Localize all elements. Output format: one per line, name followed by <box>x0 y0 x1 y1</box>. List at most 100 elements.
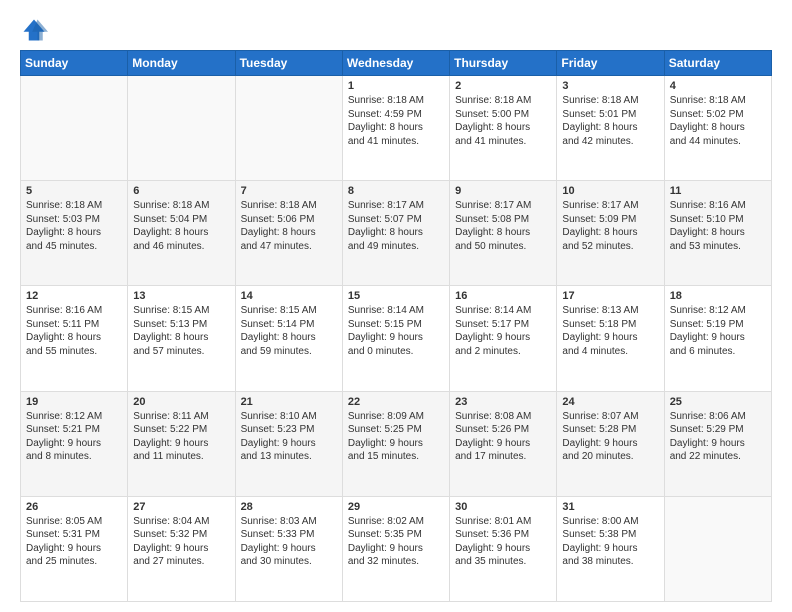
day-info: Sunrise: 8:00 AM Sunset: 5:38 PM Dayligh… <box>562 515 658 569</box>
day-number: 10 <box>562 185 658 197</box>
day-info: Sunrise: 8:16 AM Sunset: 5:10 PM Dayligh… <box>670 199 766 253</box>
day-info: Sunrise: 8:16 AM Sunset: 5:11 PM Dayligh… <box>26 304 122 358</box>
day-info: Sunrise: 8:18 AM Sunset: 5:03 PM Dayligh… <box>26 199 122 253</box>
day-cell: 4 Sunrise: 8:18 AM Sunset: 5:02 PM Daylig… <box>664 76 771 181</box>
day-cell: 28 Sunrise: 8:03 AM Sunset: 5:33 PM Dayli… <box>235 496 342 601</box>
day-info: Sunrise: 8:02 AM Sunset: 5:35 PM Dayligh… <box>348 515 444 569</box>
day-number: 19 <box>26 396 122 408</box>
day-cell: 26Sunrise: 8:05 AM Sunset: 5:31 PM Dayli… <box>21 496 128 601</box>
day-cell <box>664 496 771 601</box>
header <box>20 16 772 44</box>
day-cell: 20Sunrise: 8:11 AM Sunset: 5:22 PM Dayli… <box>128 391 235 496</box>
day-info: Sunrise: 8:17 AM Sunset: 5:09 PM Dayligh… <box>562 199 658 253</box>
day-number: 16 <box>455 290 551 302</box>
day-number: 28 <box>241 501 337 513</box>
day-cell: 9 Sunrise: 8:17 AM Sunset: 5:08 PM Daylig… <box>450 181 557 286</box>
day-number: 23 <box>455 396 551 408</box>
day-number: 29 <box>348 501 444 513</box>
day-info: Sunrise: 8:18 AM Sunset: 5:00 PM Dayligh… <box>455 94 551 148</box>
day-cell: 19 Sunrise: 8:12 AM Sunset: 5:21 PM Dayli… <box>21 391 128 496</box>
weekday-sunday: Sunday <box>21 51 128 76</box>
day-number: 4 <box>670 80 766 92</box>
day-cell: 8Sunrise: 8:17 AM Sunset: 5:07 PM Daylig… <box>342 181 449 286</box>
day-info: Sunrise: 8:18 AM Sunset: 4:59 PM Dayligh… <box>348 94 444 148</box>
weekday-header-row: SundayMondayTuesdayWednesdayThursdayFrid… <box>21 51 772 76</box>
day-info: Sunrise: 8:15 AM Sunset: 5:14 PM Dayligh… <box>241 304 337 358</box>
day-info: Sunrise: 8:03 AM Sunset: 5:33 PM Dayligh… <box>241 515 337 569</box>
day-cell <box>128 76 235 181</box>
day-cell: 7Sunrise: 8:18 AM Sunset: 5:06 PM Daylig… <box>235 181 342 286</box>
day-info: Sunrise: 8:12 AM Sunset: 5:19 PM Dayligh… <box>670 304 766 358</box>
day-number: 3 <box>562 80 658 92</box>
day-info: Sunrise: 8:18 AM Sunset: 5:04 PM Dayligh… <box>133 199 229 253</box>
weekday-monday: Monday <box>128 51 235 76</box>
day-cell: 24 Sunrise: 8:07 AM Sunset: 5:28 PM Dayli… <box>557 391 664 496</box>
day-cell: 22 Sunrise: 8:09 AM Sunset: 5:25 PM Dayli… <box>342 391 449 496</box>
day-cell: 14 Sunrise: 8:15 AM Sunset: 5:14 PM Dayli… <box>235 286 342 391</box>
day-number: 1 <box>348 80 444 92</box>
day-info: Sunrise: 8:01 AM Sunset: 5:36 PM Dayligh… <box>455 515 551 569</box>
day-cell: 6 Sunrise: 8:18 AM Sunset: 5:04 PM Daylig… <box>128 181 235 286</box>
day-number: 17 <box>562 290 658 302</box>
day-number: 2 <box>455 80 551 92</box>
day-info: Sunrise: 8:13 AM Sunset: 5:18 PM Dayligh… <box>562 304 658 358</box>
week-row-2: 5 Sunrise: 8:18 AM Sunset: 5:03 PM Daylig… <box>21 181 772 286</box>
day-number: 30 <box>455 501 551 513</box>
weekday-wednesday: Wednesday <box>342 51 449 76</box>
day-info: Sunrise: 8:06 AM Sunset: 5:29 PM Dayligh… <box>670 410 766 464</box>
day-number: 9 <box>455 185 551 197</box>
day-number: 24 <box>562 396 658 408</box>
day-number: 8 <box>348 185 444 197</box>
day-info: Sunrise: 8:15 AM Sunset: 5:13 PM Dayligh… <box>133 304 229 358</box>
logo-icon <box>20 16 48 44</box>
day-info: Sunrise: 8:08 AM Sunset: 5:26 PM Dayligh… <box>455 410 551 464</box>
day-number: 13 <box>133 290 229 302</box>
day-cell: 1 Sunrise: 8:18 AM Sunset: 4:59 PM Daylig… <box>342 76 449 181</box>
day-info: Sunrise: 8:07 AM Sunset: 5:28 PM Dayligh… <box>562 410 658 464</box>
week-row-1: 1 Sunrise: 8:18 AM Sunset: 4:59 PM Daylig… <box>21 76 772 181</box>
weekday-thursday: Thursday <box>450 51 557 76</box>
calendar-table: SundayMondayTuesdayWednesdayThursdayFrid… <box>20 50 772 602</box>
week-row-5: 26Sunrise: 8:05 AM Sunset: 5:31 PM Dayli… <box>21 496 772 601</box>
day-info: Sunrise: 8:17 AM Sunset: 5:08 PM Dayligh… <box>455 199 551 253</box>
day-cell: 5 Sunrise: 8:18 AM Sunset: 5:03 PM Daylig… <box>21 181 128 286</box>
day-info: Sunrise: 8:18 AM Sunset: 5:02 PM Dayligh… <box>670 94 766 148</box>
day-cell: 16 Sunrise: 8:14 AM Sunset: 5:17 PM Dayli… <box>450 286 557 391</box>
day-info: Sunrise: 8:14 AM Sunset: 5:17 PM Dayligh… <box>455 304 551 358</box>
day-cell: 15Sunrise: 8:14 AM Sunset: 5:15 PM Dayli… <box>342 286 449 391</box>
day-cell: 21 Sunrise: 8:10 AM Sunset: 5:23 PM Dayli… <box>235 391 342 496</box>
day-number: 22 <box>348 396 444 408</box>
day-cell: 10 Sunrise: 8:17 AM Sunset: 5:09 PM Dayli… <box>557 181 664 286</box>
day-cell: 29 Sunrise: 8:02 AM Sunset: 5:35 PM Dayli… <box>342 496 449 601</box>
day-number: 27 <box>133 501 229 513</box>
day-cell <box>21 76 128 181</box>
day-cell: 11 Sunrise: 8:16 AM Sunset: 5:10 PM Dayli… <box>664 181 771 286</box>
day-number: 5 <box>26 185 122 197</box>
day-info: Sunrise: 8:09 AM Sunset: 5:25 PM Dayligh… <box>348 410 444 464</box>
weekday-saturday: Saturday <box>664 51 771 76</box>
weekday-tuesday: Tuesday <box>235 51 342 76</box>
day-cell: 30 Sunrise: 8:01 AM Sunset: 5:36 PM Dayli… <box>450 496 557 601</box>
day-number: 18 <box>670 290 766 302</box>
day-number: 12 <box>26 290 122 302</box>
day-info: Sunrise: 8:14 AM Sunset: 5:15 PM Dayligh… <box>348 304 444 358</box>
logo <box>20 16 52 44</box>
day-cell: 25 Sunrise: 8:06 AM Sunset: 5:29 PM Dayli… <box>664 391 771 496</box>
day-number: 25 <box>670 396 766 408</box>
week-row-4: 19 Sunrise: 8:12 AM Sunset: 5:21 PM Dayli… <box>21 391 772 496</box>
day-number: 14 <box>241 290 337 302</box>
day-number: 11 <box>670 185 766 197</box>
day-cell: 3Sunrise: 8:18 AM Sunset: 5:01 PM Daylig… <box>557 76 664 181</box>
day-number: 6 <box>133 185 229 197</box>
day-info: Sunrise: 8:12 AM Sunset: 5:21 PM Dayligh… <box>26 410 122 464</box>
day-cell: 27 Sunrise: 8:04 AM Sunset: 5:32 PM Dayli… <box>128 496 235 601</box>
day-cell: 18 Sunrise: 8:12 AM Sunset: 5:19 PM Dayli… <box>664 286 771 391</box>
day-number: 21 <box>241 396 337 408</box>
day-info: Sunrise: 8:04 AM Sunset: 5:32 PM Dayligh… <box>133 515 229 569</box>
day-info: Sunrise: 8:10 AM Sunset: 5:23 PM Dayligh… <box>241 410 337 464</box>
week-row-3: 12 Sunrise: 8:16 AM Sunset: 5:11 PM Dayli… <box>21 286 772 391</box>
day-cell: 17 Sunrise: 8:13 AM Sunset: 5:18 PM Dayli… <box>557 286 664 391</box>
day-cell: 12 Sunrise: 8:16 AM Sunset: 5:11 PM Dayli… <box>21 286 128 391</box>
day-info: Sunrise: 8:18 AM Sunset: 5:06 PM Dayligh… <box>241 199 337 253</box>
page: SundayMondayTuesdayWednesdayThursdayFrid… <box>0 0 792 612</box>
